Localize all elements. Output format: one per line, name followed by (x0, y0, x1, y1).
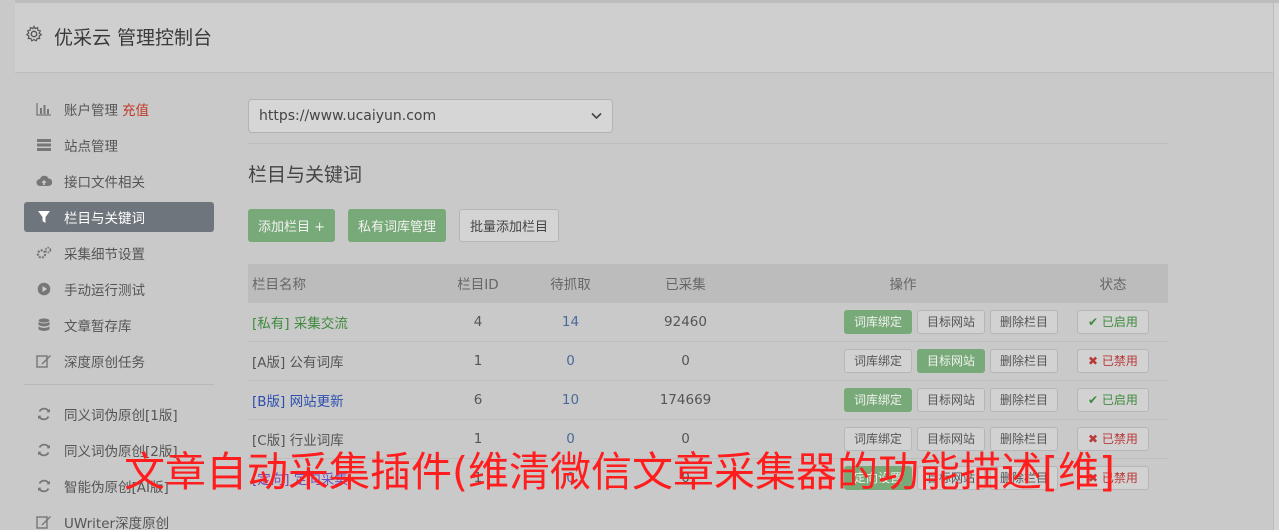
gear-icon[interactable] (25, 25, 43, 43)
pending-count[interactable]: 14 (518, 301, 623, 341)
status-badge[interactable]: ✔ 已启用 (1077, 387, 1149, 412)
table-header-row: 栏目名称 栏目ID 待抓取 已采集 操作 状态 (248, 264, 1168, 302)
cloud-upload-icon (36, 173, 52, 189)
col-header-status: 状态 (1099, 276, 1127, 293)
collected-count: 0 (623, 340, 748, 380)
pending-count[interactable]: 10 (518, 379, 623, 419)
column-name-link[interactable]: [B版] 网站更新 (248, 379, 438, 419)
sidebar-item-label: 采集细节设置 (64, 247, 145, 263)
console-title: 优采云 管理控制台 (54, 27, 213, 49)
app-frame: 优采云 管理控制台 账户管理 充值 站点管理 接口文件相关 栏目与关键词 采集细… (0, 0, 1279, 530)
sidebar-item-label: 同义词伪原创[1版] (64, 408, 178, 424)
status-badge[interactable]: ✔ 已启用 (1077, 309, 1149, 334)
section-title: 栏目与关键词 (248, 164, 363, 186)
private-lexicon-button[interactable]: 私有词库管理 (348, 209, 447, 242)
site-select[interactable]: https://www.ucaiyun.com (248, 99, 613, 133)
sidebar-item-label: 账户管理 (64, 103, 118, 119)
sidebar-item-sites[interactable]: 站点管理 (24, 130, 214, 160)
check-icon: ✔ (1088, 392, 1102, 407)
divider (248, 143, 1168, 144)
site-select-value: https://www.ucaiyun.com (259, 108, 437, 124)
sidebar-item-interface-files[interactable]: 接口文件相关 (24, 166, 214, 196)
status-label: 已启用 (1101, 393, 1138, 407)
sidebar-item-article-storage[interactable]: 文章暂存库 (24, 310, 214, 340)
refresh-icon (36, 442, 52, 458)
bind-lexicon-button[interactable]: 词库绑定 (843, 387, 912, 412)
play-circle-icon (36, 281, 52, 297)
filter-icon (36, 209, 52, 225)
sidebar-item-label: 文章暂存库 (64, 319, 132, 335)
delete-column-button[interactable]: 删除栏目 (989, 387, 1058, 412)
column-id: 6 (438, 379, 518, 419)
table-row: [B版] 网站更新 6 10 174669 词库绑定 目标网站 删除栏目 ✔ 已… (248, 379, 1168, 419)
column-id: 4 (438, 301, 518, 341)
recharge-link[interactable]: 充值 (122, 99, 149, 119)
bind-lexicon-button[interactable]: 词库绑定 (843, 309, 912, 334)
sidebar-item-uwriter[interactable]: UWriter深度原创 (24, 507, 214, 530)
target-site-button[interactable]: 目标网站 (916, 387, 985, 412)
sidebar-item-account[interactable]: 账户管理 充值 (24, 94, 214, 124)
sidebar-item-deep-original[interactable]: 深度原创任务 (24, 346, 214, 376)
column-name-link[interactable]: [私有] 采集交流 (248, 301, 438, 341)
collected-count: 92460 (623, 301, 748, 341)
sidebar-item-label: 接口文件相关 (64, 175, 145, 191)
sidebar-item-manual-run[interactable]: 手动运行测试 (24, 274, 214, 304)
cogs-icon (36, 245, 52, 261)
close-icon: ✖ (1088, 353, 1102, 368)
toolbar: 添加栏目 + 私有词库管理 批量添加栏目 (248, 209, 1168, 242)
sidebar-item-label: 手动运行测试 (64, 283, 145, 299)
sidebar-item-columns-keywords[interactable]: 栏目与关键词 (24, 202, 214, 232)
delete-column-button[interactable]: 删除栏目 (989, 348, 1058, 373)
sidebar-item-label: 站点管理 (64, 139, 118, 155)
sidebar-item-synonym-v1[interactable]: 同义词伪原创[1版] (24, 399, 214, 429)
bar-chart-icon (36, 101, 52, 117)
column-name-link[interactable]: [A版] 公有词库 (248, 340, 438, 380)
add-column-button[interactable]: 添加栏目 + (248, 209, 336, 242)
sidebar-item-collect-settings[interactable]: 采集细节设置 (24, 238, 214, 268)
table-row: [A版] 公有词库 1 0 0 词库绑定 目标网站 删除栏目 ✖ 已禁用 (248, 340, 1168, 380)
status-badge[interactable]: ✖ 已禁用 (1077, 348, 1149, 373)
delete-column-button[interactable]: 删除栏目 (989, 309, 1058, 334)
target-site-button[interactable]: 目标网站 (916, 348, 985, 373)
collected-count: 174669 (623, 379, 748, 419)
overlay-caption: 文章自动采集插件(维清微信文章采集器的功能描述[维] (124, 448, 1115, 496)
refresh-icon (36, 406, 52, 422)
edit-icon (36, 353, 52, 369)
sidebar-divider (24, 384, 214, 385)
col-header-id: 栏目ID (457, 276, 499, 293)
col-header-name: 栏目名称 (252, 276, 306, 293)
sidebar-item-label: UWriter深度原创 (64, 516, 170, 530)
table-row: [私有] 采集交流 4 14 92460 词库绑定 目标网站 删除栏目 ✔ 已启… (248, 301, 1168, 341)
status-label: 已启用 (1101, 315, 1138, 329)
database-icon (36, 317, 52, 333)
col-header-pending: 待抓取 (550, 276, 591, 293)
column-id: 1 (438, 340, 518, 380)
pending-count[interactable]: 0 (518, 340, 623, 380)
server-icon (36, 137, 52, 153)
target-site-button[interactable]: 目标网站 (916, 309, 985, 334)
batch-add-column-button[interactable]: 批量添加栏目 (459, 209, 560, 242)
bind-lexicon-button[interactable]: 词库绑定 (843, 348, 912, 373)
col-header-ops: 操作 (889, 276, 917, 293)
sidebar-item-label: 深度原创任务 (64, 355, 145, 371)
col-header-collected: 已采集 (665, 276, 706, 293)
refresh-icon (36, 478, 52, 494)
chevron-down-icon (591, 110, 602, 123)
check-icon: ✔ (1088, 314, 1102, 329)
scrollbar[interactable] (1273, 3, 1279, 530)
top-header: 优采云 管理控制台 (15, 0, 1279, 73)
sidebar-item-label: 栏目与关键词 (64, 211, 145, 227)
edit-icon (36, 514, 52, 530)
status-label: 已禁用 (1101, 354, 1138, 368)
